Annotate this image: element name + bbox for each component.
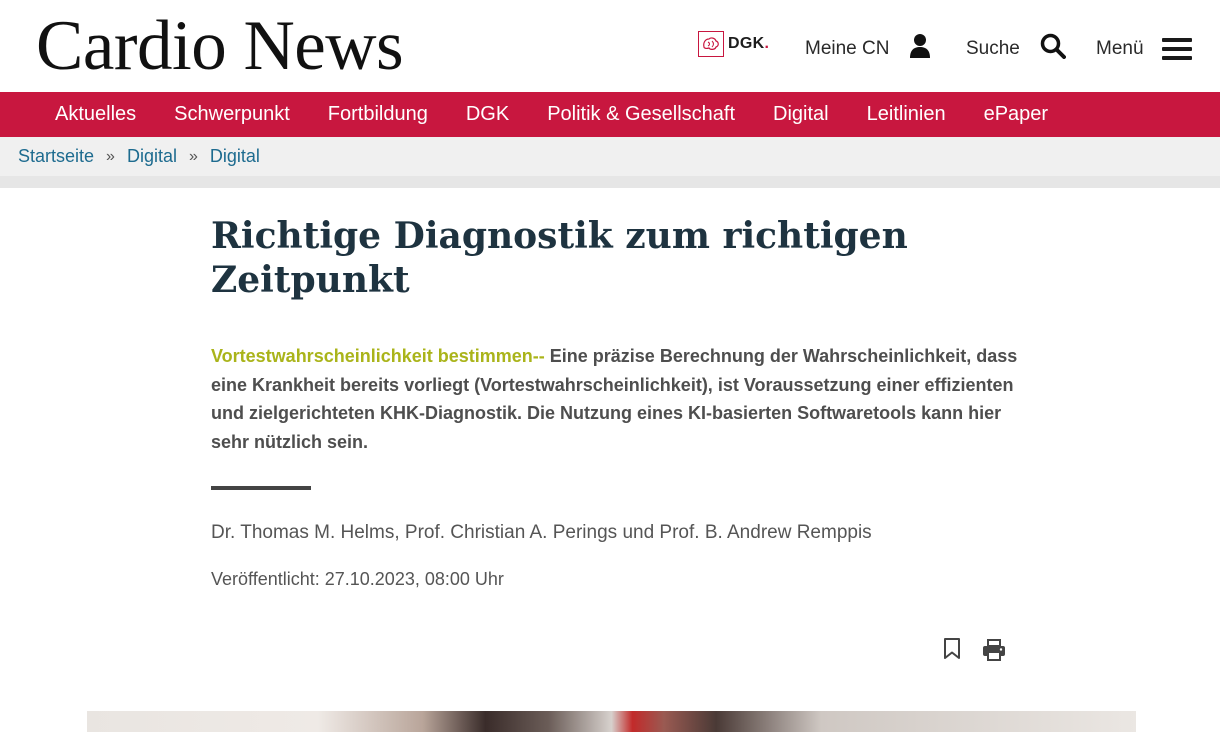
dgk-logo[interactable]: DGK.	[698, 30, 769, 58]
article-lead: Vortestwahrscheinlichkeit bestimmen-- Ei…	[211, 342, 1021, 456]
hamburger-menu-icon	[1161, 33, 1192, 65]
nav-item-leitlinien[interactable]: Leitlinien	[867, 103, 946, 126]
nav-item-dgk[interactable]: DGK	[466, 103, 509, 126]
article-title: Richtige Diagnostik zum richtigen Zeitpu…	[211, 215, 908, 301]
nav-item-schwerpunkt[interactable]: Schwerpunkt	[174, 103, 290, 126]
breadcrumb-divider	[0, 176, 1220, 188]
article-authors: Dr. Thomas M. Helms, Prof. Christian A. …	[211, 522, 872, 543]
section-divider	[211, 486, 311, 490]
search-label: Suche	[966, 38, 1020, 59]
breadcrumb-startseite[interactable]: Startseite	[18, 146, 94, 167]
publish-date: Veröffentlicht: 27.10.2023, 08:00 Uhr	[211, 569, 504, 590]
nav-item-fortbildung[interactable]: Fortbildung	[328, 103, 428, 126]
dgk-logo-icon	[698, 31, 724, 57]
breadcrumb-digital-current[interactable]: Digital	[210, 146, 260, 167]
menu-toggle[interactable]: Menü	[1096, 33, 1192, 65]
breadcrumb-bar: Startseite » Digital » Digital	[0, 137, 1220, 176]
breadcrumb-separator: »	[106, 147, 115, 165]
print-icon[interactable]	[982, 638, 1006, 667]
publish-date-label: Veröffentlicht:	[211, 569, 320, 589]
search-link[interactable]: Suche	[966, 33, 1066, 65]
site-header: Cardio News DGK. Meine CN Suche Menü	[0, 0, 1220, 92]
main-navigation: Aktuelles Schwerpunkt Fortbildung DGK Po…	[0, 92, 1220, 137]
breadcrumb-digital[interactable]: Digital	[127, 146, 177, 167]
search-icon	[1040, 33, 1066, 65]
meine-cn-link[interactable]: Meine CN	[805, 33, 931, 65]
menu-label: Menü	[1096, 38, 1144, 59]
user-icon	[909, 33, 931, 65]
breadcrumb: Startseite » Digital » Digital	[18, 137, 260, 176]
article-kicker: Vortestwahrscheinlichkeit bestimmen--	[211, 346, 545, 366]
site-logo[interactable]: Cardio News	[36, 6, 404, 86]
publish-date-value: 27.10.2023, 08:00 Uhr	[324, 569, 504, 589]
nav-item-aktuelles[interactable]: Aktuelles	[55, 103, 136, 126]
nav-item-digital[interactable]: Digital	[773, 103, 829, 126]
nav-item-politik-gesellschaft[interactable]: Politik & Gesellschaft	[547, 103, 735, 126]
meine-cn-label: Meine CN	[805, 38, 890, 59]
bookmark-icon[interactable]	[942, 637, 962, 666]
breadcrumb-separator: »	[188, 147, 198, 165]
nav-item-epaper[interactable]: ePaper	[984, 103, 1049, 126]
dgk-logo-text: DGK.	[728, 35, 770, 52]
article-hero-image	[87, 711, 1136, 732]
